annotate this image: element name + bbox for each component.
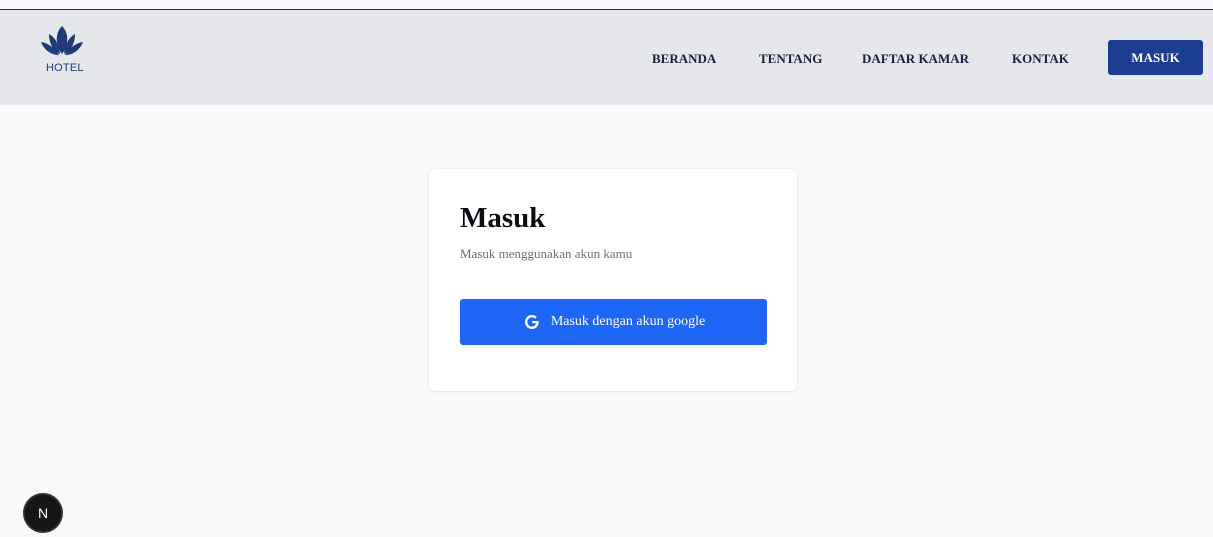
nav-beranda[interactable]: BERANDA [652,51,716,67]
nextjs-badge-letter: N [37,505,49,521]
nav-daftar-kamar[interactable]: DAFTAR KAMAR [862,51,969,67]
login-card: Masuk Masuk menggunakan akun kamu Masuk … [429,169,797,391]
google-button-label: Masuk dengan akun google [550,314,706,329]
hotel-logo[interactable]: HOTEL [34,24,94,76]
google-icon [522,312,542,332]
card-subtitle: Masuk menggunakan akun kamu [460,246,633,261]
logo-text: HOTEL [46,62,84,74]
google-login-button[interactable]: Masuk dengan akun google [460,299,767,345]
card-title: Masuk [460,202,546,234]
nav-kontak[interactable]: KONTAK [1012,51,1069,67]
login-button[interactable]: MASUK [1108,40,1203,75]
nav-tentang[interactable]: TENTANG [759,51,822,67]
lotus-icon [41,26,83,55]
navbar: HOTEL BERANDA TENTANG DAFTAR KAMAR KONTA… [0,10,1213,105]
nextjs-icon[interactable]: N [25,495,61,531]
